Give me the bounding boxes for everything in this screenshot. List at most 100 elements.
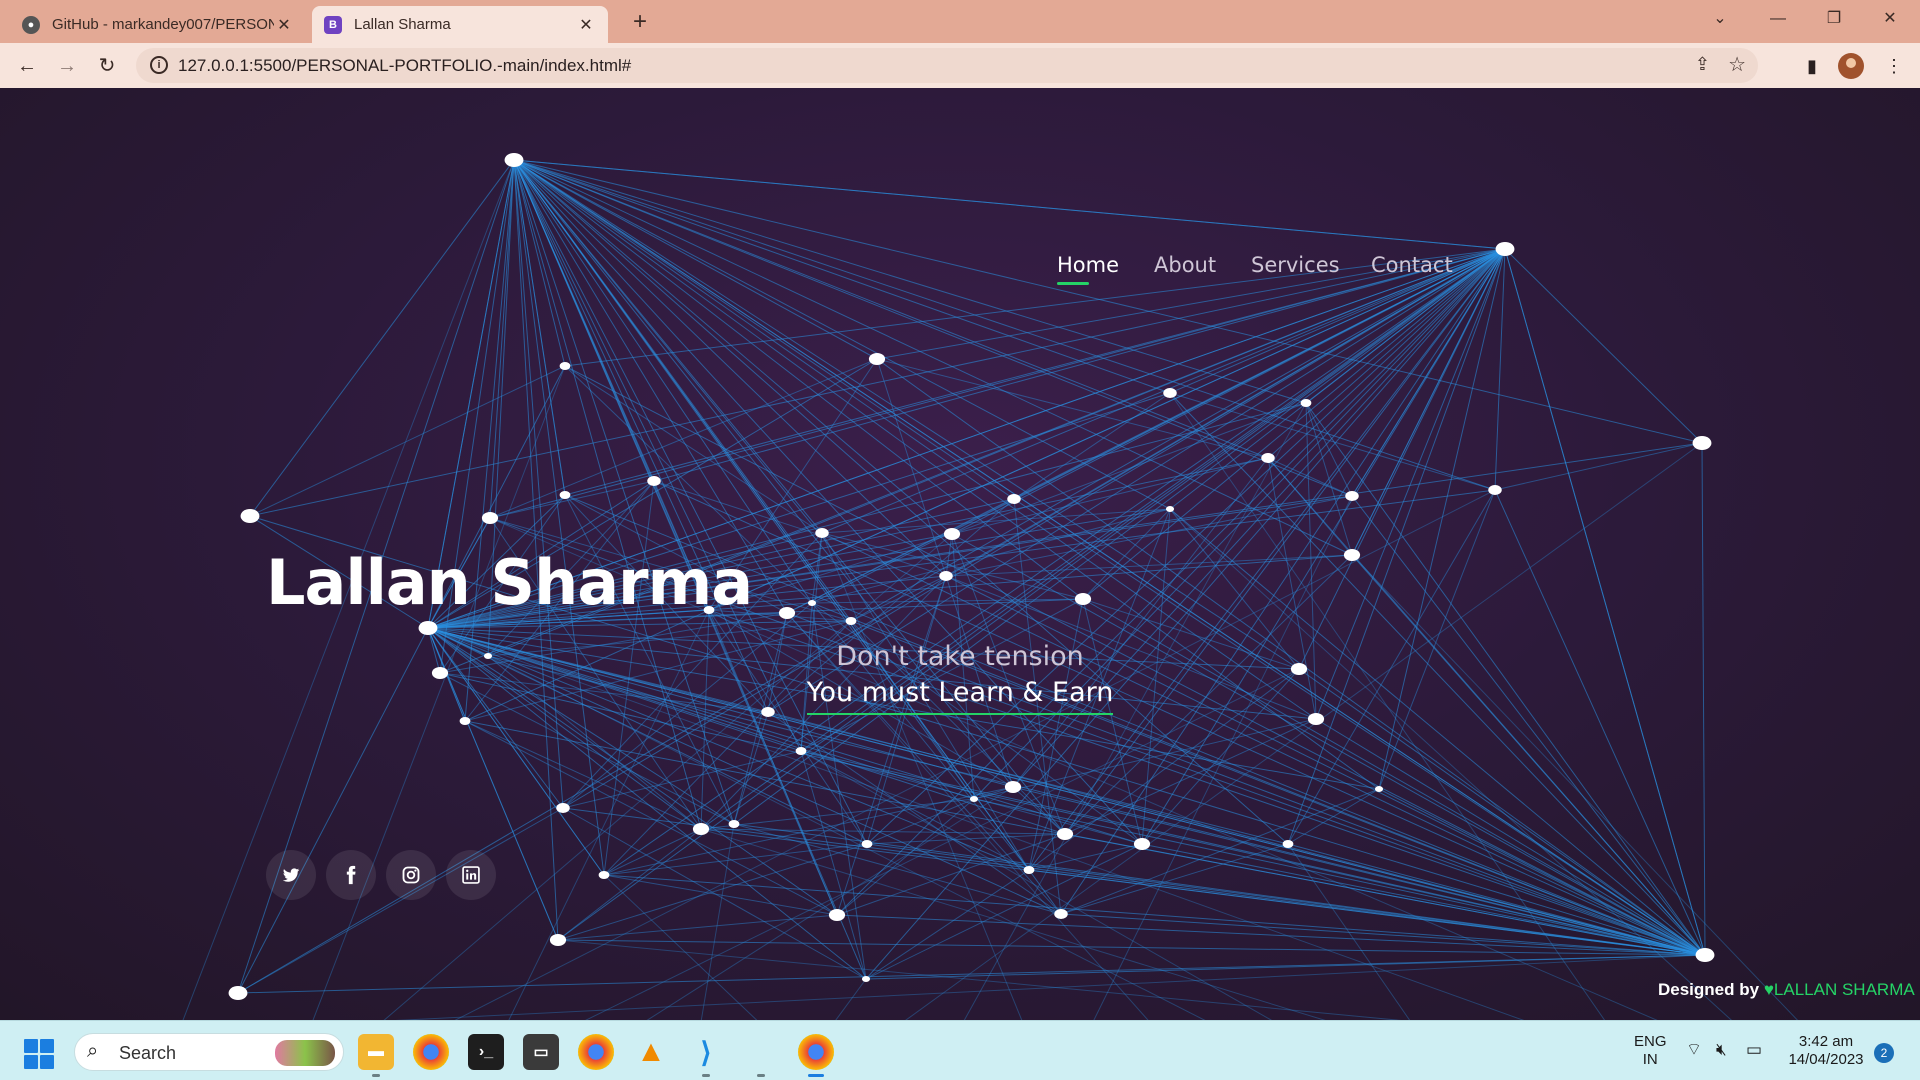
network-line: [945, 554, 1353, 577]
nav-contact[interactable]: Contact: [1371, 253, 1453, 277]
app-icon[interactable]: [743, 1034, 779, 1077]
windows-start-icon[interactable]: [24, 1039, 54, 1069]
network-line: [237, 954, 1706, 994]
network-line: [1141, 668, 1300, 845]
network-node: [1290, 663, 1308, 675]
network-node: [1345, 491, 1359, 501]
network-node: [559, 362, 571, 370]
chrome-icon[interactable]: [413, 1034, 449, 1070]
network-node: [795, 747, 807, 755]
network-line: [237, 627, 429, 994]
instagram-icon[interactable]: [386, 850, 436, 900]
forward-icon[interactable]: →: [51, 50, 83, 82]
network-node: [969, 796, 979, 802]
taskbar-search[interactable]: ⌕ Search: [74, 1033, 344, 1071]
file-explorer-icon[interactable]: ▬: [358, 1034, 394, 1077]
reload-icon[interactable]: ↻: [91, 50, 123, 82]
network-line: [439, 672, 769, 713]
network-line: [1298, 248, 1506, 670]
network-line: [1169, 392, 1496, 491]
vlc-icon[interactable]: ▲: [633, 1034, 669, 1070]
network-line: [1504, 248, 1706, 956]
tagline: Don't take tension You must Learn & Earn: [760, 639, 1160, 715]
network-line: [513, 159, 702, 830]
tab-search-icon[interactable]: ⌄: [1692, 0, 1748, 40]
wifi-icon[interactable]: ⌔: [1686, 1041, 1702, 1059]
network-line: [513, 159, 953, 535]
network-line: [1504, 248, 1703, 444]
volume-muted-icon[interactable]: 🔇︎: [1716, 1041, 1727, 1059]
network-line: [800, 750, 867, 980]
network-node: [1007, 494, 1021, 504]
network-line: [850, 575, 947, 622]
network-node: [1343, 549, 1361, 561]
network-node: [1300, 399, 1312, 407]
close-icon[interactable]: ✕: [274, 15, 294, 35]
chrome-icon[interactable]: [578, 1034, 614, 1070]
clock[interactable]: 3:42 am 14/04/2023: [1786, 1033, 1866, 1069]
credit-name[interactable]: LALLAN SHARMA: [1774, 980, 1915, 999]
new-tab-button[interactable]: +: [624, 6, 656, 38]
avatar[interactable]: [1838, 53, 1864, 79]
close-icon[interactable]: ✕: [576, 15, 596, 35]
network-line: [513, 159, 1066, 835]
notification-badge[interactable]: 2: [1874, 1043, 1894, 1063]
minimize-button[interactable]: —: [1750, 0, 1806, 40]
network-node: [481, 512, 499, 524]
tagline-line-2: You must Learn & Earn: [806, 675, 1114, 715]
close-window-button[interactable]: ✕: [1862, 0, 1918, 40]
vscode-icon[interactable]: ⟩: [688, 1034, 724, 1077]
share-icon[interactable]: ⇪: [1695, 54, 1710, 75]
hero-name: Lallan Sharma: [266, 546, 753, 619]
tab-lallan-sharma[interactable]: B Lallan Sharma ✕: [312, 6, 608, 43]
network-line: [564, 494, 735, 825]
restore-button[interactable]: ❐: [1806, 0, 1862, 40]
network-node: [807, 600, 817, 606]
network-line: [1494, 442, 1703, 491]
network-line: [835, 978, 867, 1020]
site-info-icon[interactable]: i: [150, 56, 168, 74]
region-code: IN: [1642, 1051, 1658, 1068]
page-viewport: Home About Services Contact Lallan Sharm…: [0, 88, 1920, 1020]
network-node: [559, 491, 571, 499]
network-line: [1267, 457, 1353, 497]
network-line: [1064, 833, 1706, 956]
terminal-icon[interactable]: ›_: [468, 1034, 504, 1070]
network-node: [1488, 485, 1502, 495]
chrome-icon[interactable]: [798, 1034, 834, 1077]
network-line: [1169, 508, 1706, 956]
language-indicator[interactable]: ENG IN: [1634, 1033, 1667, 1069]
network-node: [1307, 713, 1325, 725]
network-node: [828, 909, 846, 921]
url-text[interactable]: 127.0.0.1:5500/PERSONAL-PORTFOLIO.-main/…: [178, 56, 631, 76]
network-node: [1374, 786, 1384, 792]
menu-icon[interactable]: ⋮: [1878, 50, 1910, 82]
tab-github[interactable]: ● GitHub - markandey007/PERSON ✕: [10, 6, 306, 43]
bookmark-star-icon[interactable]: ☆: [1728, 52, 1746, 77]
network-line: [1169, 248, 1506, 510]
app-icon[interactable]: ▭: [523, 1034, 559, 1070]
nav-about[interactable]: About: [1154, 253, 1216, 277]
battery-icon[interactable]: ▭: [1746, 1041, 1762, 1059]
taskbar: ⌕ Search ▬ ›_ ▭ ▲ ⟩ ENG IN ⌔ 🔇︎ ▭ 3:42 a…: [0, 1020, 1920, 1080]
search-icon: ⌕: [87, 1040, 99, 1062]
network-node: [943, 528, 961, 540]
network-line: [513, 159, 1307, 404]
side-panel-icon[interactable]: ▮: [1796, 50, 1828, 82]
address-bar[interactable]: i 127.0.0.1:5500/PERSONAL-PORTFOLIO.-mai…: [136, 48, 1758, 83]
search-highlight-art: [275, 1040, 335, 1066]
nav-home[interactable]: Home: [1057, 253, 1119, 285]
linkedin-icon[interactable]: [446, 850, 496, 900]
network-line: [1378, 489, 1496, 790]
network-node: [868, 353, 886, 365]
network-node: [418, 621, 438, 635]
network-node: [692, 823, 710, 835]
network-line: [603, 828, 702, 876]
network-node: [1165, 506, 1175, 512]
tab-title: Lallan Sharma: [354, 16, 451, 33]
language-code: ENG: [1634, 1033, 1667, 1050]
back-icon[interactable]: ←: [11, 50, 43, 82]
nav-services[interactable]: Services: [1251, 253, 1340, 277]
twitter-icon[interactable]: [266, 850, 316, 900]
facebook-icon[interactable]: [326, 850, 376, 900]
